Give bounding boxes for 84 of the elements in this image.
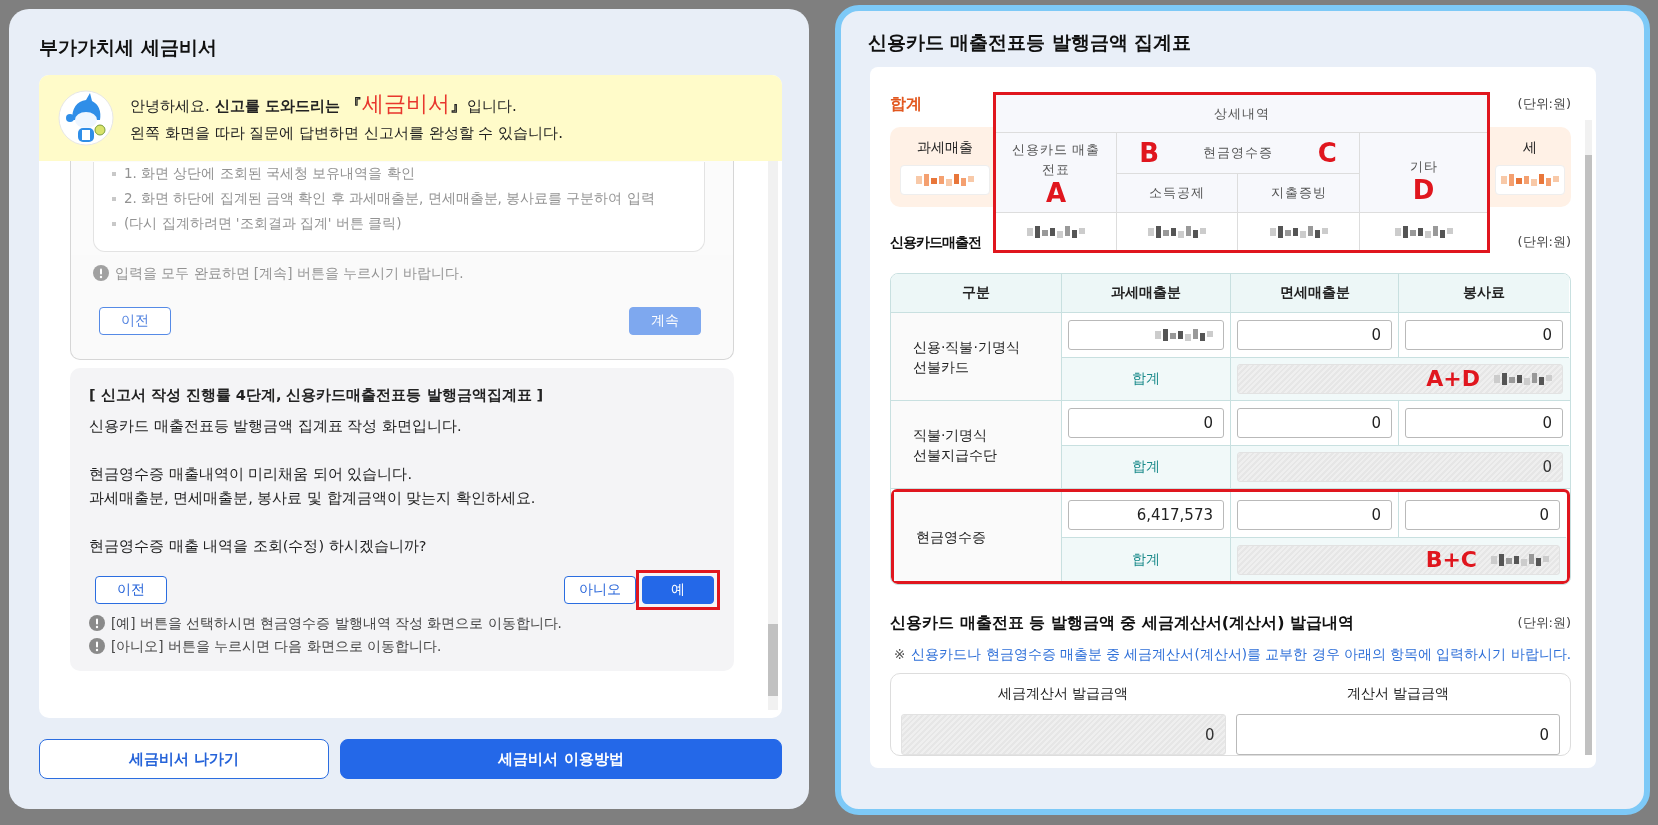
row-label: 현금영수증 — [894, 492, 1062, 581]
step-text: 과세매출분, 면세매출분, 봉사료 및 합계금액이 맞는지 확인하세요. — [89, 489, 537, 508]
annotation-label: A — [1045, 179, 1067, 206]
no-button[interactable]: 아니오 — [564, 576, 636, 604]
instruction-text: (다시 집계하려면 '조회결과 집계' 버튼 클릭) — [124, 215, 402, 233]
bullet-icon — [112, 172, 116, 176]
input-field[interactable]: 0 — [1405, 499, 1560, 530]
alert-icon — [93, 265, 109, 281]
pixelated-value — [1155, 329, 1213, 341]
column-header: 현금영수증 — [1203, 144, 1274, 162]
pixelated-value — [916, 174, 974, 186]
input-field[interactable]: 0 — [1237, 499, 1392, 530]
column-header: 과세매출분 — [1062, 274, 1231, 312]
total-label: 합계 — [1062, 538, 1231, 581]
dialog-title: 부가가치세 세금비서 — [39, 35, 218, 60]
dialog-title: 신용카드 매출전표등 발행금액 집계표 — [868, 31, 1193, 55]
column-header: 신용카드 매출전표 — [1010, 140, 1102, 179]
step-text: 현금영수증 매출내역이 미리채움 되어 있습니다. — [89, 465, 414, 484]
bullet-icon — [112, 197, 116, 201]
note-text: [예] 버튼을 선택하시면 현금영수증 발행내역 작성 화면으로 이동합니다. — [111, 614, 562, 633]
total-label: 합계 — [1062, 358, 1231, 400]
greeting-text: 안녕하세요. 신고를 도와드리는 『세금비서』입니다. — [130, 92, 518, 118]
input-field[interactable]: 0 — [1237, 320, 1392, 350]
step-heading: [ 신고서 작성 진행률 4단계, 신용카드매출전표등 발행금액집계표 ] — [89, 386, 545, 405]
total-label: 합계 — [1062, 446, 1231, 488]
column-header: 면세매출분 — [1231, 274, 1399, 312]
bullet-icon — [112, 222, 116, 226]
pixelated-value — [1394, 225, 1453, 238]
column-header: 기타 — [1409, 157, 1438, 176]
annotation-label: B — [1139, 140, 1159, 166]
annotation-label: B+C — [1425, 548, 1477, 571]
alert-icon — [89, 638, 105, 654]
note-text: 신용카드나 현금영수증 매출분 중 세금계산서(계산서)를 교부한 경우 아래의 항목에 입력하시기 바랍니다. — [911, 645, 1572, 664]
input-field[interactable]: 0 — [1068, 408, 1224, 438]
callout-title: 상세내역 — [1213, 104, 1270, 123]
field-label: 세금계산서 발급금액 — [997, 684, 1130, 703]
input-field[interactable]: 6,417,573 — [1068, 499, 1224, 530]
guide-button[interactable]: 세금비서 이용방법 — [340, 739, 782, 779]
unit-label: (단위:원) — [1517, 233, 1572, 251]
step-text: 현금영수증 매출 내역을 조회(수정) 하시겠습니까? — [89, 537, 428, 556]
summary-label: 세 — [1523, 139, 1538, 157]
mascot-avatar — [58, 90, 114, 146]
alert-icon — [89, 615, 105, 631]
summary-label: 과세매출 — [917, 139, 973, 157]
instruction-text: 1. 화면 상단에 조회된 국세청 보유내역을 확인 — [124, 165, 415, 183]
pixelated-value — [1148, 225, 1206, 238]
input-field: 0 — [901, 714, 1226, 755]
column-header: 지출증빙 — [1270, 184, 1327, 202]
total-field: 0 — [1237, 452, 1563, 482]
field-label: 계산서 발급금액 — [1345, 684, 1450, 703]
step-text: 신용카드 매출전표등 발행금액 집계표 작성 화면입니다. — [89, 417, 463, 436]
column-header: 소득공제 — [1149, 184, 1205, 202]
yes-button[interactable]: 예 — [642, 576, 714, 604]
unit-label: (단위:원) — [1517, 95, 1572, 113]
annotation-label: A+D — [1426, 368, 1480, 390]
pixelated-value — [1501, 174, 1560, 186]
pixelated-value — [1269, 225, 1328, 238]
column-header: 구분 — [891, 274, 1062, 312]
row-label: 신용·직불·기명식 선불카드 — [891, 313, 1062, 400]
annotation-label: D — [1412, 176, 1435, 203]
input-field[interactable]: 0 — [1237, 408, 1392, 438]
input-field[interactable]: 0 — [1235, 714, 1561, 755]
pixelated-value — [1027, 225, 1085, 238]
section-title: 합계 — [890, 93, 922, 115]
input-field[interactable]: 0 — [1405, 408, 1563, 438]
scrollbar[interactable] — [1585, 120, 1592, 755]
notice-text: 입력을 모두 완료하면 [계속] 버튼을 누르시기 바랍니다. — [115, 264, 464, 283]
pixelated-value — [1494, 373, 1552, 385]
input-field[interactable] — [1068, 320, 1224, 350]
row-label: 직불·기명식 선불지급수단 — [891, 401, 1062, 488]
note-mark: ※ — [894, 645, 906, 664]
back-button[interactable]: 이전 — [95, 576, 167, 604]
pixelated-value — [1491, 553, 1549, 566]
instruction-text: 2. 화면 하단에 집계된 금액 확인 후 과세매출분, 면세매출분, 봉사료를 구분하여 입력 — [124, 190, 655, 208]
annotation-label: C — [1317, 140, 1337, 166]
exit-button[interactable]: 세금비서 나가기 — [39, 739, 329, 779]
scrollbar[interactable] — [768, 161, 778, 710]
section-title: 신용카드매출전 — [890, 233, 981, 252]
column-header: 봉사료 — [1399, 274, 1569, 312]
unit-label: (단위:원) — [1517, 614, 1572, 632]
section-title: 신용카드 매출전표 등 발행금액 중 세금계산서(계산서) 발급내역 — [890, 612, 1355, 634]
note-text: [아니오] 버튼을 누르시면 다음 화면으로 이동합니다. — [111, 637, 442, 656]
guide-text: 왼쪽 화면을 따라 질문에 답변하면 신고서를 완성할 수 있습니다. — [130, 123, 563, 144]
input-field[interactable]: 0 — [1405, 320, 1563, 350]
